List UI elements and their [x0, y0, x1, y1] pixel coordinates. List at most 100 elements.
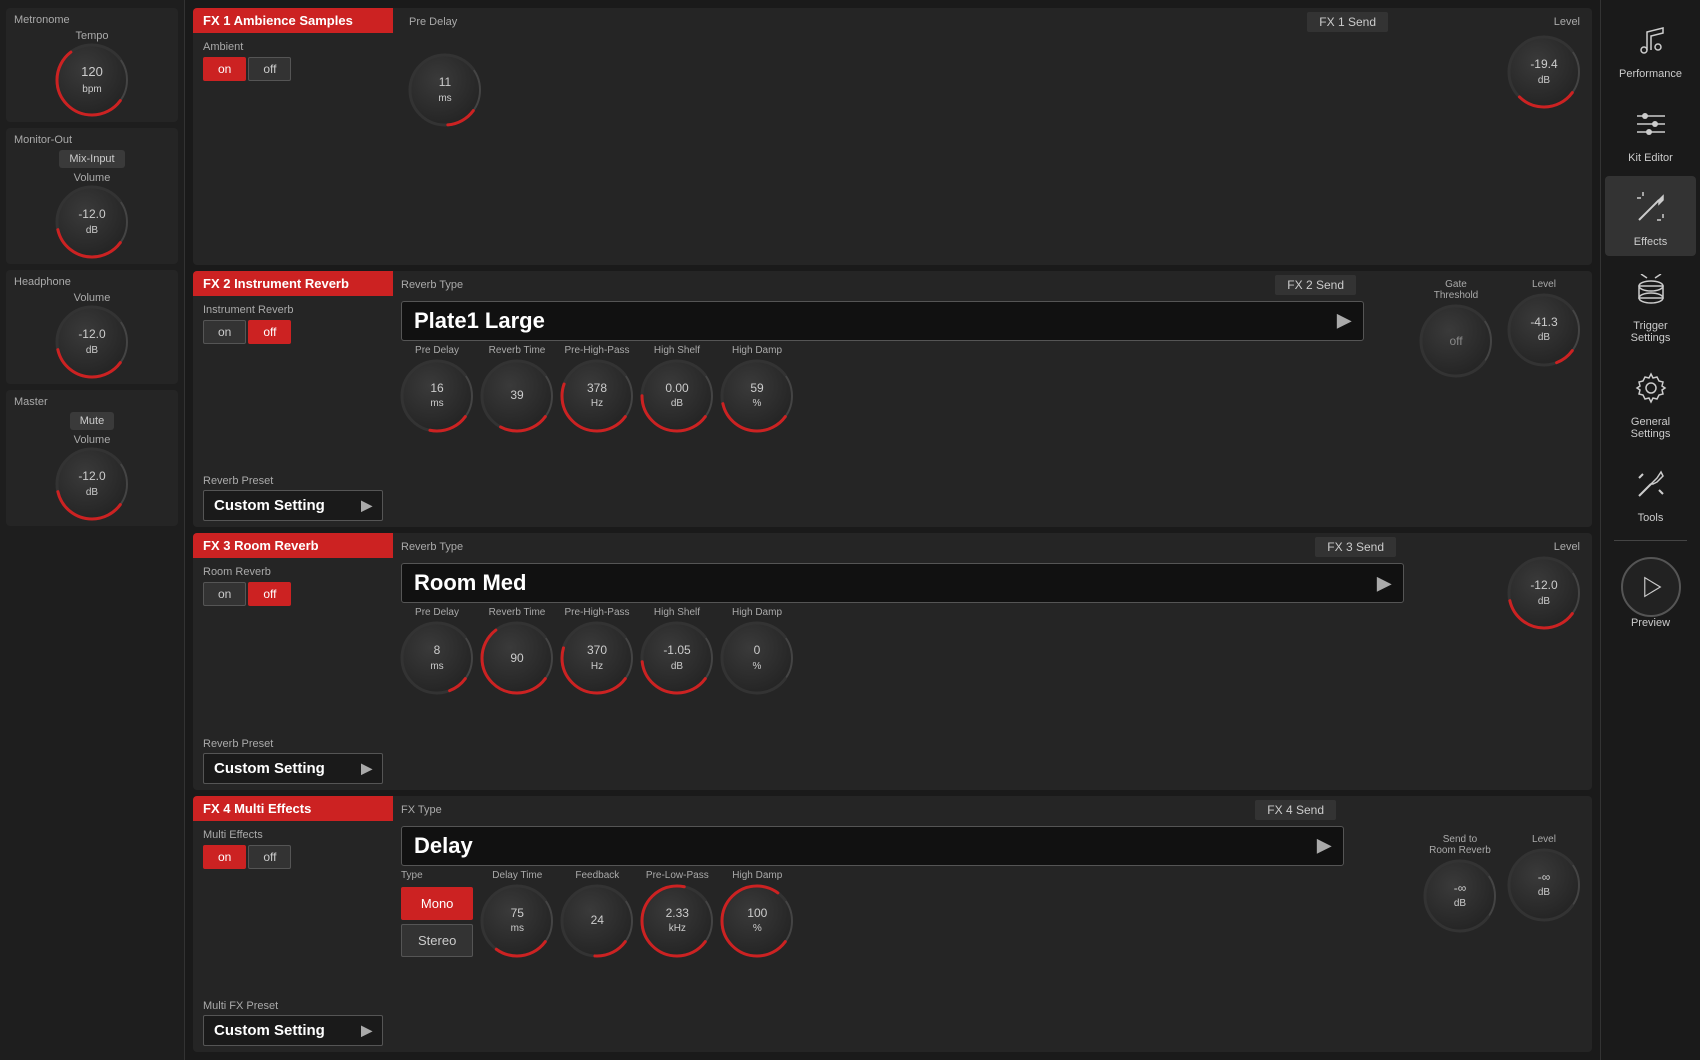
fx3-reverbtype-label: Reverb Type — [401, 541, 463, 553]
fx2-prehighpass-item: 378 Hz — [561, 360, 633, 432]
fx4-delaytime-item: 75 ms — [481, 885, 553, 957]
fx3-preset-arrow: ▶ — [361, 760, 372, 777]
fx3-header: FX 3 Room Reverb — [193, 533, 393, 558]
fx3-predelay-item: 8 ms — [401, 622, 473, 694]
metronome-section: Metronome Tempo 120 bpm — [6, 8, 178, 122]
tools-icon — [1627, 460, 1675, 508]
fx3-knobs-row: 8 ms 90 — [401, 622, 1404, 694]
fx3-off-button[interactable]: off — [248, 582, 291, 606]
fx4-type-label: Type — [401, 870, 473, 881]
fx4-type-arrow: ▶ — [1317, 835, 1331, 856]
fx1-level-label: Level — [1554, 16, 1580, 28]
fx3-reverb-type-name: Room Med — [414, 570, 526, 596]
fx2-header: FX 2 Instrument Reverb — [193, 271, 393, 296]
fx2-toggle-group: on off — [203, 320, 383, 344]
fx1-toggle-group: on off — [203, 57, 383, 81]
master-title: Master — [14, 396, 48, 408]
fx3-toggle-group: on off — [203, 582, 383, 606]
fx4-toggle-group: on off — [203, 845, 383, 869]
fx4-send-room-item: Send to Room Reverb -∞ dB — [1424, 834, 1496, 932]
music-note-icon — [1627, 16, 1675, 64]
fx2-reverbtype-label: Reverb Type — [401, 279, 463, 291]
fx2-toggle-row: Instrument Reverb on off — [193, 296, 393, 352]
fx2-preset-value: Custom Setting — [214, 497, 325, 514]
metronome-title: Metronome — [14, 14, 70, 26]
sidebar-item-performance[interactable]: Performance — [1605, 8, 1696, 88]
fx4-mono-button[interactable]: Mono — [401, 887, 473, 920]
fx2-preset-box[interactable]: Custom Setting ▶ — [203, 490, 383, 521]
tempo-knob-container: Tempo 120 bpm — [56, 30, 128, 116]
fx4-on-button[interactable]: on — [203, 845, 246, 869]
fx4-type-name: Delay — [414, 833, 473, 859]
fx3-preset-section: Reverb Preset Custom Setting ▶ — [193, 732, 393, 790]
fx1-toggle-label: Ambient — [203, 41, 383, 53]
sidebar-item-preview[interactable]: Preview — [1605, 549, 1696, 637]
fx2-center: Reverb Type FX 2 Send Plate1 Large ▶ Pre… — [393, 271, 1372, 528]
fx2-knobs-row: 16 ms 3 — [401, 360, 1364, 432]
fx4-right-controls: Send to Room Reverb -∞ dB — [1364, 804, 1580, 932]
sidebar-item-tools[interactable]: Tools — [1605, 452, 1696, 532]
kit-editor-label: Kit Editor — [1628, 152, 1673, 164]
sidebar-item-trigger-settings[interactable]: Trigger Settings — [1605, 260, 1696, 352]
fx4-stereo-button[interactable]: Stereo — [401, 924, 473, 957]
left-sidebar: Metronome Tempo 120 bpm Monitor-Out Mix-… — [0, 0, 185, 1060]
mute-button[interactable]: Mute — [70, 412, 114, 430]
mix-input-button[interactable]: Mix-Input — [59, 150, 124, 168]
fx4-toggle-row: Multi Effects on off — [193, 821, 393, 877]
drum-icon — [1627, 268, 1675, 316]
fx4-preset-box[interactable]: Custom Setting ▶ — [203, 1015, 383, 1046]
master-section: Master Mute Volume -12.0 dB — [6, 390, 178, 526]
fx4-right: Send to Room Reverb -∞ dB — [1352, 796, 1592, 1053]
fx2-off-button[interactable]: off — [248, 320, 291, 344]
effects-label: Effects — [1634, 236, 1667, 248]
fx3-preset-box[interactable]: Custom Setting ▶ — [203, 753, 383, 784]
fx4-header: FX 4 Multi Effects — [193, 796, 393, 821]
fx3-reverb-type-arrow: ▶ — [1377, 573, 1391, 594]
fx2-gate-threshold-label: Gate Threshold — [1434, 279, 1478, 301]
fx3-reverb-type-bar[interactable]: Room Med ▶ — [401, 563, 1404, 603]
fx3-on-button[interactable]: on — [203, 582, 246, 606]
fx1-off-button[interactable]: off — [248, 57, 291, 81]
sidebar-item-kit-editor[interactable]: Kit Editor — [1605, 92, 1696, 172]
fx2-reverbtime-item: 39 — [481, 360, 553, 432]
fx3-toggle-label: Room Reverb — [203, 566, 383, 578]
fx4-knobs-col: Delay Time Feedback Pre-Low-Pass High Da… — [481, 870, 793, 957]
general-settings-label: General Settings — [1631, 416, 1671, 440]
fx3-right: Level -12.0 dB — [1412, 533, 1592, 790]
fx2-level-item: Level -41.3 dB — [1508, 279, 1580, 377]
fx2-preset-section: Reverb Preset Custom Setting ▶ — [193, 469, 393, 527]
fx2-highdamp-item: 59 % — [721, 360, 793, 432]
fx1-section: FX 1 Ambience Samples Ambient on off Pre… — [193, 8, 1592, 265]
fx2-preset-arrow: ▶ — [361, 497, 372, 514]
fx4-left: FX 4 Multi Effects Multi Effects on off … — [193, 796, 393, 1053]
preview-button[interactable] — [1621, 557, 1681, 617]
fx2-predelay-item: 16 ms — [401, 360, 473, 432]
fx2-gate-threshold-item: Gate Threshold off — [1420, 279, 1492, 377]
fx2-reverb-type-name: Plate1 Large — [414, 308, 545, 334]
fx3-header-row: Reverb Type FX 3 Send — [401, 533, 1404, 559]
tools-label: Tools — [1638, 512, 1664, 524]
fx2-on-button[interactable]: on — [203, 320, 246, 344]
sidebar-item-general-settings[interactable]: General Settings — [1605, 356, 1696, 448]
fx3-section: FX 3 Room Reverb Room Reverb on off Reve… — [193, 533, 1592, 790]
fx4-header-row: FX Type FX 4 Send — [401, 796, 1344, 822]
fx1-toggle-row: Ambient on off — [193, 33, 393, 89]
fx1-send-header-row: Pre Delay FX 1 Send — [409, 8, 1396, 34]
fx4-off-button[interactable]: off — [248, 845, 291, 869]
fx3-preset-label: Reverb Preset — [203, 738, 383, 750]
fx4-preset-section: Multi FX Preset Custom Setting ▶ — [193, 994, 393, 1052]
sidebar-item-effects[interactable]: Effects — [1605, 176, 1696, 256]
trigger-settings-label: Trigger Settings — [1631, 320, 1671, 344]
monitor-out-title: Monitor-Out — [14, 134, 72, 146]
fx2-reverb-type-arrow: ▶ — [1337, 310, 1351, 331]
fx1-right: Level -19.4 dB — [1412, 8, 1592, 265]
fx4-type-bar[interactable]: Delay ▶ — [401, 826, 1344, 866]
gear-icon — [1627, 364, 1675, 412]
fx1-on-button[interactable]: on — [203, 57, 246, 81]
fx2-header-row: Reverb Type FX 2 Send — [401, 271, 1364, 297]
sliders-icon — [1627, 100, 1675, 148]
fx4-fxtype-label: FX Type — [401, 804, 442, 816]
performance-label: Performance — [1619, 68, 1682, 80]
fx2-section: FX 2 Instrument Reverb Instrument Reverb… — [193, 271, 1592, 528]
fx2-reverb-type-bar[interactable]: Plate1 Large ▶ — [401, 301, 1364, 341]
